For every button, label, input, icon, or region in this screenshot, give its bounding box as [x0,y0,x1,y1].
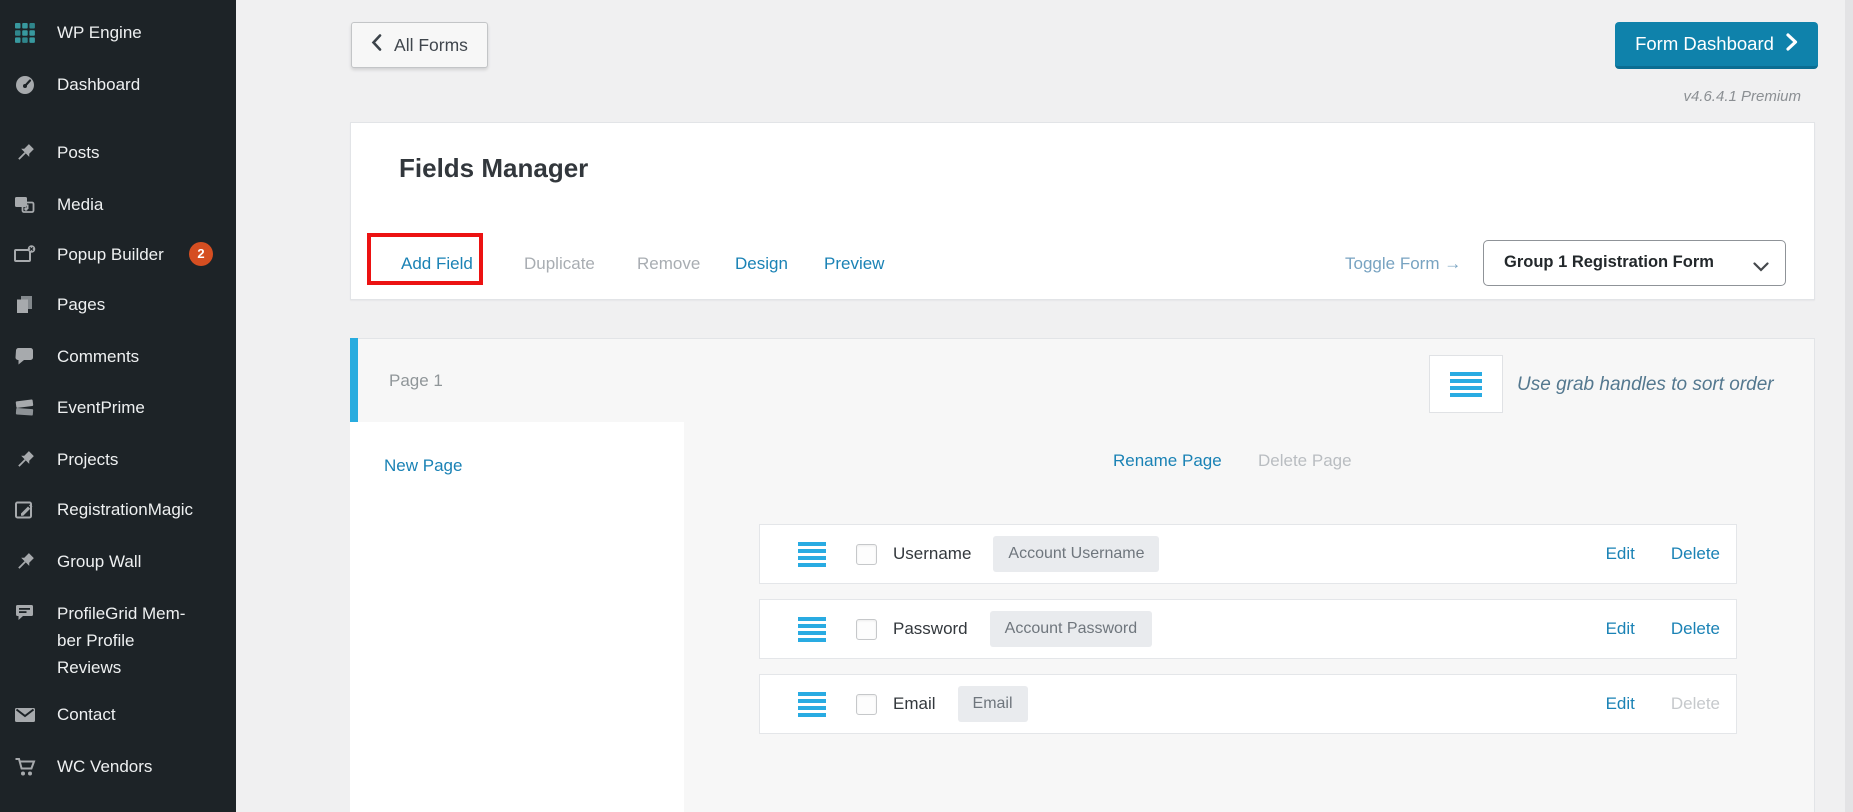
tab-preview[interactable]: Preview [824,254,884,274]
sidebar-item-label: Comments [57,346,222,368]
new-page-link[interactable]: New Page [384,456,462,476]
tab-add-field[interactable]: Add Field [401,254,473,274]
active-page-tab[interactable]: Page 1 [389,371,443,391]
sidebar-item-label: Posts [57,142,222,164]
field-label: Username [893,544,971,564]
grab-handle-icon[interactable] [798,692,826,717]
media-icon [14,194,36,216]
form-dashboard-button[interactable]: Form Dashboard [1615,22,1818,69]
form-pencil-icon [14,499,36,521]
sidebar-item-label: WC Vendors [57,756,222,778]
pin-icon [14,142,36,164]
edit-field-link[interactable]: Edit [1606,619,1635,639]
wp-engine-grid-icon [14,22,36,44]
field-label: Email [893,694,936,714]
scrollbar-track[interactable] [1845,0,1853,812]
all-forms-button[interactable]: All Forms [351,22,488,68]
pin-icon [14,551,36,573]
sidebar-item-label: WP Engine [57,22,222,44]
form-pages-panel: Page 1 New Page Use grab handles to sort… [350,338,1815,812]
dashboard-gauge-icon [14,74,36,96]
chevron-down-icon [1753,259,1769,277]
popup-builder-icon [14,244,36,266]
chevron-right-icon [1786,33,1798,56]
field-type-badge: Account Username [993,536,1159,572]
sidebar-item-label: Pages [57,294,222,316]
grab-handle-icon[interactable] [798,542,826,567]
field-row-email: Email Email Edit Delete [759,674,1737,734]
field-checkbox[interactable] [856,619,877,640]
field-type-badge: Email [958,686,1028,722]
field-checkbox[interactable] [856,694,877,715]
sidebar-item-label: Dashboard [57,74,222,96]
comment-icon [14,346,36,368]
edit-field-link[interactable]: Edit [1606,544,1635,564]
grab-handle-icon[interactable] [798,617,826,642]
sort-hint-text: Use grab handles to sort order [1517,374,1774,396]
cart-icon [14,756,36,778]
fields-manager-panel: Fields Manager Add Field Duplicate Remov… [350,122,1815,300]
tab-design[interactable]: Design [735,254,788,274]
active-page-accent-bar [350,338,358,422]
field-label: Password [893,619,968,639]
page-title: Fields Manager [399,153,588,184]
delete-page-link[interactable]: Delete Page [1258,451,1352,471]
form-selector-value: Group 1 Registration Form [1504,253,1714,272]
sidebar-item-label: RegistrationMagic [57,499,222,521]
form-dashboard-label: Form Dashboard [1635,33,1774,55]
sidebar-item-label: Media [57,194,222,216]
sidebar-item-label: Contact [57,704,222,726]
delete-field-link[interactable]: Delete [1671,544,1720,564]
sidebar-item-label: EventPrime [57,397,222,419]
rename-page-link[interactable]: Rename Page [1113,451,1222,471]
sort-handle-hint-box [1429,355,1503,413]
envelope-icon [14,704,36,726]
tab-duplicate[interactable]: Duplicate [524,254,595,274]
field-checkbox[interactable] [856,544,877,565]
all-forms-label: All Forms [394,35,468,56]
sidebar-item-label: ProfileGrid Mem- ber Profile Reviews [57,600,222,681]
form-selector-dropdown[interactable]: Group 1 Registration Form [1483,240,1786,286]
field-type-badge: Account Password [990,611,1153,647]
tickets-icon [14,397,36,419]
notification-badge: 2 [189,242,213,266]
pages-icon [14,294,36,316]
toggle-form-link[interactable]: Toggle Form → [1345,254,1461,274]
review-bubble-icon [14,603,36,625]
tab-remove[interactable]: Remove [637,254,700,274]
delete-field-link: Delete [1671,694,1720,714]
chevron-left-icon [371,34,382,56]
field-row-username: Username Account Username Edit Delete [759,524,1737,584]
sidebar-item-label: Projects [57,449,222,471]
pin-icon [14,449,36,471]
field-row-password: Password Account Password Edit Delete [759,599,1737,659]
pages-column: New Page [350,422,684,812]
admin-sidebar: WP Engine Dashboard Posts Media Popup Bu… [0,0,236,812]
delete-field-link[interactable]: Delete [1671,619,1720,639]
plugin-version-text: v4.6.4.1 Premium [1683,88,1801,105]
edit-field-link[interactable]: Edit [1606,694,1635,714]
sidebar-item-label: Group Wall [57,551,222,573]
grab-handle-icon [1450,372,1482,397]
